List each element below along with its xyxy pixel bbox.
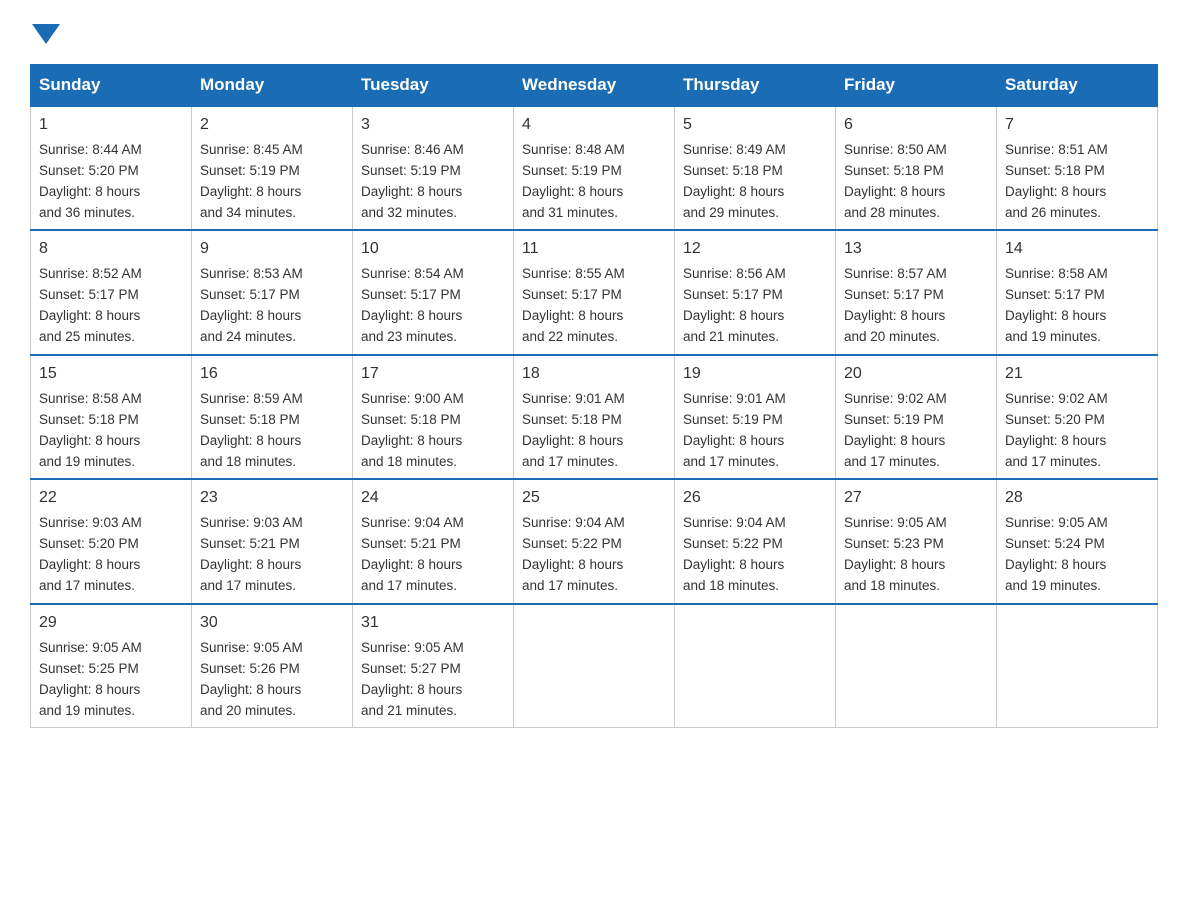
day-number: 25 — [522, 486, 666, 511]
calendar-header-row: SundayMondayTuesdayWednesdayThursdayFrid… — [31, 65, 1158, 107]
calendar-cell — [514, 604, 675, 728]
day-number: 28 — [1005, 486, 1149, 511]
day-number: 29 — [39, 611, 183, 636]
day-number: 5 — [683, 113, 827, 138]
calendar-cell: 6Sunrise: 8:50 AMSunset: 5:18 PMDaylight… — [836, 106, 997, 230]
calendar-cell: 3Sunrise: 8:46 AMSunset: 5:19 PMDaylight… — [353, 106, 514, 230]
calendar-cell: 16Sunrise: 8:59 AMSunset: 5:18 PMDayligh… — [192, 355, 353, 479]
calendar-header-thursday: Thursday — [675, 65, 836, 107]
calendar-cell: 25Sunrise: 9:04 AMSunset: 5:22 PMDayligh… — [514, 479, 675, 603]
calendar-cell: 15Sunrise: 8:58 AMSunset: 5:18 PMDayligh… — [31, 355, 192, 479]
calendar-week-row: 8Sunrise: 8:52 AMSunset: 5:17 PMDaylight… — [31, 230, 1158, 354]
calendar-table: SundayMondayTuesdayWednesdayThursdayFrid… — [30, 64, 1158, 728]
calendar-cell: 30Sunrise: 9:05 AMSunset: 5:26 PMDayligh… — [192, 604, 353, 728]
day-number: 15 — [39, 362, 183, 387]
calendar-cell — [675, 604, 836, 728]
day-number: 17 — [361, 362, 505, 387]
calendar-cell: 2Sunrise: 8:45 AMSunset: 5:19 PMDaylight… — [192, 106, 353, 230]
calendar-cell: 29Sunrise: 9:05 AMSunset: 5:25 PMDayligh… — [31, 604, 192, 728]
calendar-header-saturday: Saturday — [997, 65, 1158, 107]
calendar-cell: 1Sunrise: 8:44 AMSunset: 5:20 PMDaylight… — [31, 106, 192, 230]
logo-triangle-icon — [32, 24, 60, 44]
calendar-cell — [836, 604, 997, 728]
day-number: 26 — [683, 486, 827, 511]
day-number: 1 — [39, 113, 183, 138]
calendar-cell: 9Sunrise: 8:53 AMSunset: 5:17 PMDaylight… — [192, 230, 353, 354]
calendar-header-tuesday: Tuesday — [353, 65, 514, 107]
calendar-header-monday: Monday — [192, 65, 353, 107]
calendar-cell: 22Sunrise: 9:03 AMSunset: 5:20 PMDayligh… — [31, 479, 192, 603]
day-number: 30 — [200, 611, 344, 636]
day-number: 27 — [844, 486, 988, 511]
calendar-week-row: 15Sunrise: 8:58 AMSunset: 5:18 PMDayligh… — [31, 355, 1158, 479]
day-number: 31 — [361, 611, 505, 636]
calendar-cell: 31Sunrise: 9:05 AMSunset: 5:27 PMDayligh… — [353, 604, 514, 728]
day-number: 21 — [1005, 362, 1149, 387]
calendar-cell: 11Sunrise: 8:55 AMSunset: 5:17 PMDayligh… — [514, 230, 675, 354]
day-number: 9 — [200, 237, 344, 262]
calendar-header-wednesday: Wednesday — [514, 65, 675, 107]
calendar-cell: 27Sunrise: 9:05 AMSunset: 5:23 PMDayligh… — [836, 479, 997, 603]
calendar-header-friday: Friday — [836, 65, 997, 107]
calendar-cell: 7Sunrise: 8:51 AMSunset: 5:18 PMDaylight… — [997, 106, 1158, 230]
calendar-cell: 24Sunrise: 9:04 AMSunset: 5:21 PMDayligh… — [353, 479, 514, 603]
calendar-cell: 23Sunrise: 9:03 AMSunset: 5:21 PMDayligh… — [192, 479, 353, 603]
day-number: 16 — [200, 362, 344, 387]
calendar-cell: 21Sunrise: 9:02 AMSunset: 5:20 PMDayligh… — [997, 355, 1158, 479]
day-number: 20 — [844, 362, 988, 387]
calendar-week-row: 22Sunrise: 9:03 AMSunset: 5:20 PMDayligh… — [31, 479, 1158, 603]
day-number: 24 — [361, 486, 505, 511]
day-number: 10 — [361, 237, 505, 262]
logo — [30, 20, 60, 44]
day-number: 11 — [522, 237, 666, 262]
day-number: 18 — [522, 362, 666, 387]
calendar-cell: 5Sunrise: 8:49 AMSunset: 5:18 PMDaylight… — [675, 106, 836, 230]
calendar-week-row: 29Sunrise: 9:05 AMSunset: 5:25 PMDayligh… — [31, 604, 1158, 728]
calendar-cell: 4Sunrise: 8:48 AMSunset: 5:19 PMDaylight… — [514, 106, 675, 230]
page-header — [30, 20, 1158, 44]
day-number: 14 — [1005, 237, 1149, 262]
calendar-cell: 19Sunrise: 9:01 AMSunset: 5:19 PMDayligh… — [675, 355, 836, 479]
calendar-cell: 17Sunrise: 9:00 AMSunset: 5:18 PMDayligh… — [353, 355, 514, 479]
day-number: 4 — [522, 113, 666, 138]
calendar-cell: 20Sunrise: 9:02 AMSunset: 5:19 PMDayligh… — [836, 355, 997, 479]
day-number: 19 — [683, 362, 827, 387]
calendar-cell: 28Sunrise: 9:05 AMSunset: 5:24 PMDayligh… — [997, 479, 1158, 603]
calendar-week-row: 1Sunrise: 8:44 AMSunset: 5:20 PMDaylight… — [31, 106, 1158, 230]
day-number: 12 — [683, 237, 827, 262]
day-number: 22 — [39, 486, 183, 511]
calendar-cell: 13Sunrise: 8:57 AMSunset: 5:17 PMDayligh… — [836, 230, 997, 354]
day-number: 13 — [844, 237, 988, 262]
day-number: 7 — [1005, 113, 1149, 138]
day-number: 6 — [844, 113, 988, 138]
calendar-cell: 14Sunrise: 8:58 AMSunset: 5:17 PMDayligh… — [997, 230, 1158, 354]
calendar-cell: 18Sunrise: 9:01 AMSunset: 5:18 PMDayligh… — [514, 355, 675, 479]
day-number: 23 — [200, 486, 344, 511]
calendar-cell: 26Sunrise: 9:04 AMSunset: 5:22 PMDayligh… — [675, 479, 836, 603]
calendar-cell: 10Sunrise: 8:54 AMSunset: 5:17 PMDayligh… — [353, 230, 514, 354]
calendar-cell: 12Sunrise: 8:56 AMSunset: 5:17 PMDayligh… — [675, 230, 836, 354]
day-number: 2 — [200, 113, 344, 138]
day-number: 3 — [361, 113, 505, 138]
calendar-header-sunday: Sunday — [31, 65, 192, 107]
day-number: 8 — [39, 237, 183, 262]
calendar-cell: 8Sunrise: 8:52 AMSunset: 5:17 PMDaylight… — [31, 230, 192, 354]
calendar-cell — [997, 604, 1158, 728]
